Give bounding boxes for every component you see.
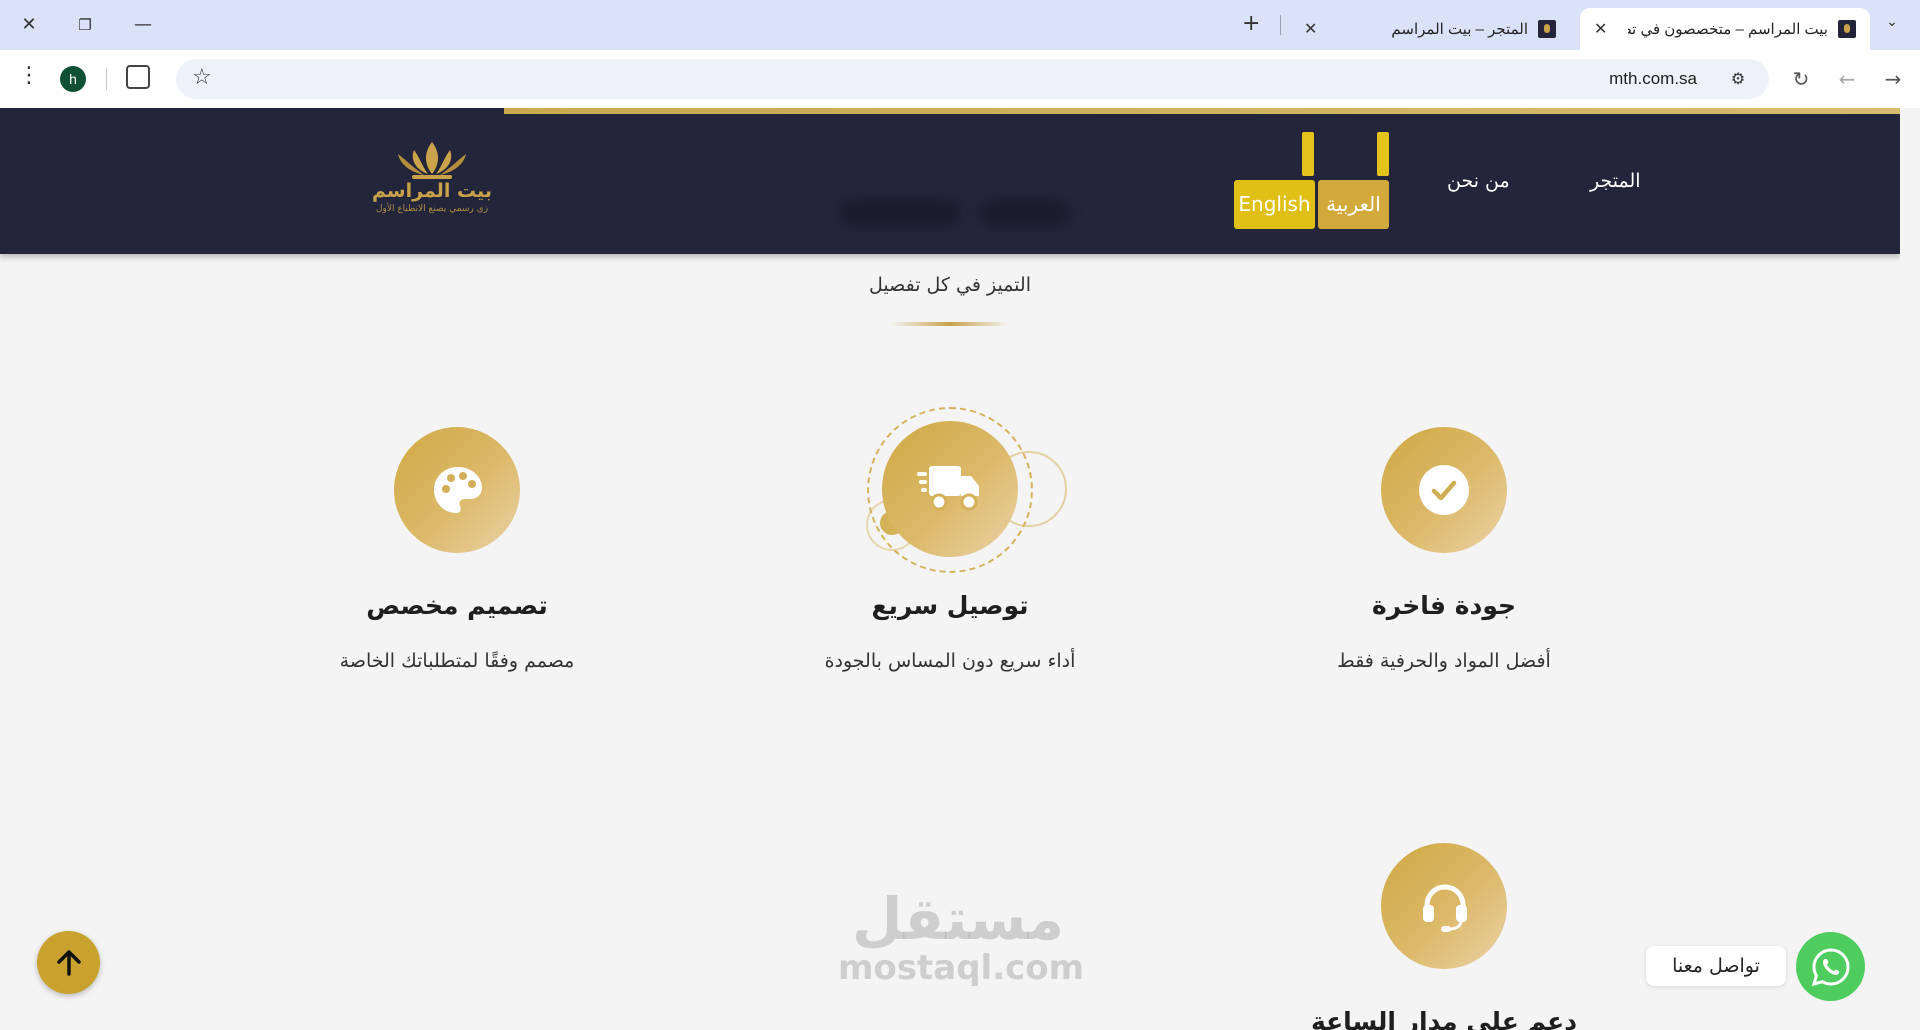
nav-store[interactable]: المتجر <box>1590 170 1641 192</box>
site-favicon-icon <box>1838 20 1856 38</box>
tab-store[interactable]: المتجر – بيت المراسم ✕ <box>1290 8 1570 50</box>
language-marker <box>1377 132 1389 176</box>
feature-custom-design: تصميم مخصص مصمم وفقًا لمتطلباتك الخاصة <box>277 427 637 687</box>
feature-icon-circle <box>1381 843 1507 969</box>
blurred-nav-item <box>980 200 1070 226</box>
scroll-progress-bar <box>504 108 1900 114</box>
whatsapp-label[interactable]: تواصل معنا <box>1646 946 1786 986</box>
feature-title: دعم على مدار الساعة <box>1310 1007 1578 1030</box>
scroll-to-top-button[interactable] <box>37 931 100 994</box>
feature-description: أفضل المواد والحرفية فقط <box>1337 650 1551 672</box>
tab-home[interactable]: بيت المراسم – متخصصون في تصم ✕ <box>1580 8 1870 50</box>
address-bar[interactable]: ☆ mth.com.sa ⚙ <box>176 59 1769 99</box>
feature-icon-circle <box>882 421 1018 557</box>
palette-icon <box>434 467 482 513</box>
site-header: بيت المراسم زي رسمي يصنع الانطباع الأول … <box>0 108 1900 254</box>
feature-support: دعم على مدار الساعة <box>1264 843 1624 1030</box>
tab-separator <box>1280 15 1281 35</box>
tab-strip: ✕ ❐ — بيت المراسم – متخصصون في تصم ✕ الم… <box>0 0 1920 50</box>
new-tab-button[interactable]: + <box>1242 11 1260 36</box>
feature-icon-circle <box>1381 427 1507 553</box>
watermark-english: mostaql.com <box>838 948 1085 988</box>
bookmark-star-icon[interactable]: ☆ <box>192 65 212 90</box>
site-logo[interactable]: بيت المراسم زي رسمي يصنع الانطباع الأول <box>350 138 514 222</box>
feature-title: جودة فاخرة <box>1371 591 1517 620</box>
back-icon[interactable]: ← <box>1830 62 1864 96</box>
tab-close-icon[interactable]: ✕ <box>1594 19 1625 39</box>
whatsapp-icon <box>1811 948 1850 987</box>
language-marker <box>1302 132 1314 176</box>
section-subtitle: التميز في كل تفصيل <box>869 274 1031 296</box>
extensions-icon[interactable] <box>126 65 150 89</box>
feature-delivery: توصيل سريع أداء سريع دون المساس بالجودة <box>770 407 1130 687</box>
lang-arabic-button[interactable]: العربية <box>1318 180 1389 229</box>
watermark-arabic: مستقل <box>851 885 1065 953</box>
profile-avatar[interactable]: h <box>60 66 86 92</box>
menu-icon[interactable]: ⋮ <box>18 65 40 87</box>
mostaql-watermark: مستقل mostaql.com <box>838 885 1085 988</box>
browser-toolbar: ⋮ h ☆ mth.com.sa ⚙ ↻ ← → <box>0 50 1920 108</box>
minimize-window-icon[interactable]: — <box>128 12 158 38</box>
crown-logo-icon <box>398 142 466 179</box>
restore-window-icon[interactable]: ❐ <box>70 12 100 38</box>
feature-description: مصمم وفقًا لمتطلباتك الخاصة <box>339 650 575 672</box>
feature-icon-circle <box>394 427 520 553</box>
nav-about[interactable]: من نحن <box>1447 170 1510 192</box>
whatsapp-button[interactable] <box>1796 932 1865 1001</box>
check-icon <box>1419 465 1469 515</box>
truck-icon <box>917 466 979 511</box>
toolbar-separator <box>106 68 107 90</box>
logo-tagline: زي رسمي يصنع الانطباع الأول <box>375 204 489 214</box>
page-viewport: بيت المراسم زي رسمي يصنع الانطباع الأول … <box>0 108 1900 1030</box>
section-divider <box>890 322 1010 326</box>
tab-title: المتجر – بيت المراسم <box>1391 21 1528 38</box>
feature-description: أداء سريع دون المساس بالجودة <box>824 650 1076 672</box>
reload-icon[interactable]: ↻ <box>1784 62 1818 96</box>
lang-english-button[interactable]: English <box>1234 180 1315 229</box>
tab-search-icon[interactable]: ⌄ <box>1878 14 1906 38</box>
site-settings-icon[interactable]: ⚙ <box>1725 67 1751 91</box>
feature-quality: جودة فاخرة أفضل المواد والحرفية فقط <box>1264 427 1624 687</box>
browser-chrome: ✕ ❐ — بيت المراسم – متخصصون في تصم ✕ الم… <box>0 0 1920 108</box>
logo-name: بيت المراسم <box>372 180 492 202</box>
tab-title: بيت المراسم – متخصصون في تصم <box>1628 21 1828 38</box>
blurred-nav-item <box>840 200 960 226</box>
headset-icon <box>1423 884 1467 932</box>
forward-icon[interactable]: → <box>1876 62 1910 96</box>
feature-title: تصميم مخصص <box>366 591 548 620</box>
feature-title: توصيل سريع <box>871 591 1029 620</box>
close-window-icon[interactable]: ✕ <box>14 12 44 38</box>
site-favicon-icon <box>1538 20 1556 38</box>
url-text[interactable]: mth.com.sa <box>1609 69 1697 89</box>
arrow-up-icon <box>57 950 81 976</box>
tab-close-icon[interactable]: ✕ <box>1304 19 1335 39</box>
